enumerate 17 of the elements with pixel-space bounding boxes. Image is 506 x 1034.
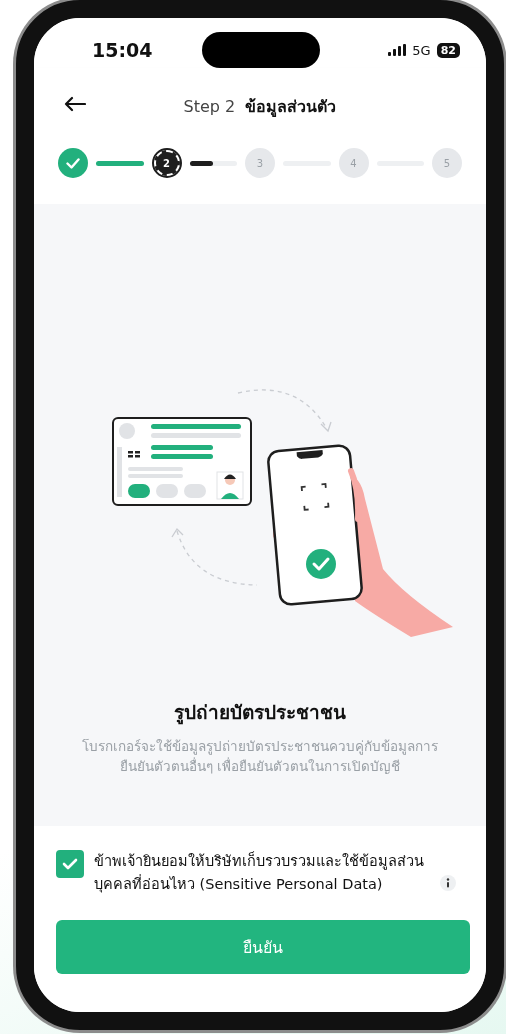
back-button[interactable]	[62, 94, 88, 114]
step-indicator: 2	[153, 150, 180, 176]
section-heading: รูปถ่ายบัตรประชาชน	[174, 700, 346, 727]
status-time: 15:04	[92, 39, 153, 61]
consent-text: ข้าพเจ้ายินยอมให้บริษัทเก็บรวบรวมและใช้ข้อมูลส่วนบุคคลที่อ่อนไหว (Sensitive Personal Data)	[94, 850, 425, 895]
step-indicator: 4	[338, 148, 369, 178]
info-icon[interactable]	[440, 875, 456, 891]
confirm-button[interactable]: ยืนยัน	[56, 920, 470, 974]
consent-checkbox[interactable]	[56, 849, 84, 878]
signal-icon	[388, 44, 407, 56]
step-indicator: 3	[245, 148, 275, 178]
page-title: Step 2 ข้อมูลส่วนตัว	[183, 95, 337, 119]
step-indicator: 5	[432, 148, 462, 178]
checkmark-icon	[62, 857, 78, 870]
battery-level: 82	[436, 42, 460, 58]
section-description: โบรกเกอร์จะใช้ข้อมูลรูปถ่ายบัตรประชาชนควบคู่กับข้อมูลการยืนยันตัวตนอื่นๆ เพื่อยืนยันตัวตนในการเปิดบัญชี	[81, 737, 439, 776]
network-label: 5G	[412, 42, 431, 58]
